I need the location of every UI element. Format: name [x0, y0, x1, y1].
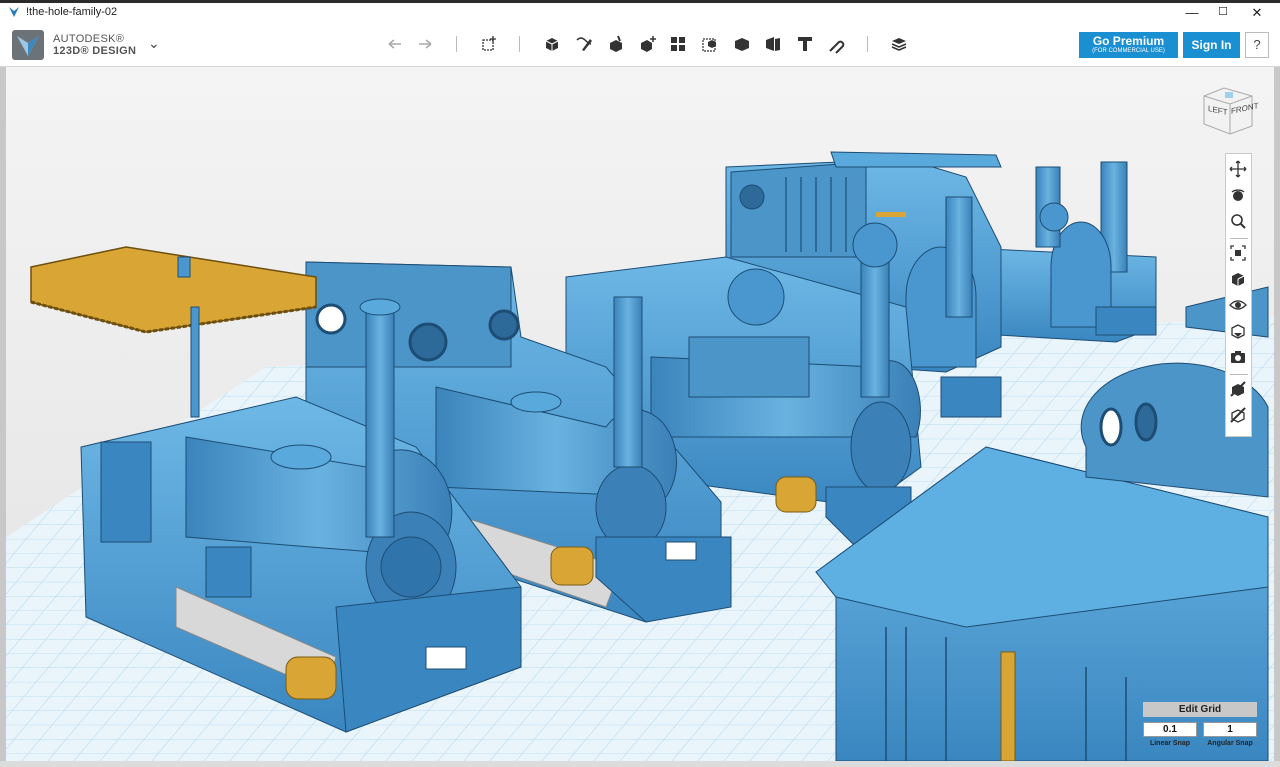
3d-viewport[interactable]: 300: [6, 67, 1274, 761]
pan-icon: [1229, 160, 1247, 178]
minimize-button[interactable]: —: [1175, 3, 1209, 22]
materials-outline-icon: [1231, 324, 1245, 339]
navbar-separator: [1230, 238, 1248, 239]
sign-in-button[interactable]: Sign In: [1183, 32, 1240, 58]
pattern-icon: [671, 37, 685, 51]
primitives-button[interactable]: [540, 32, 564, 56]
snap-toggle-button[interactable]: [1229, 406, 1249, 426]
snap-toggle-icon: [1230, 407, 1246, 423]
view-button[interactable]: [1229, 270, 1249, 290]
brand-company: AUTODESK®: [53, 33, 125, 45]
go-premium-sublabel: (FOR COMMERCIAL USE): [1092, 48, 1165, 54]
text-icon: [798, 37, 812, 51]
edit-grid-button[interactable]: Edit Grid: [1143, 702, 1257, 717]
pan-button[interactable]: [1229, 160, 1249, 180]
toolbar-separator: [456, 36, 457, 52]
construct-button[interactable]: [604, 32, 628, 56]
sketch-icon: [576, 37, 592, 51]
app-icon: [9, 7, 19, 17]
undo-icon: [388, 39, 401, 49]
modify-icon: [641, 36, 656, 52]
toolbar-separator: [519, 36, 520, 52]
material-button[interactable]: [887, 32, 911, 56]
material-icon: [891, 38, 907, 51]
fit-button[interactable]: [1229, 244, 1249, 264]
chevron-down-icon[interactable]: ⌄: [148, 35, 160, 52]
hide-icon: [1230, 381, 1246, 397]
bottom-edge: [0, 761, 1280, 767]
group-icon: [702, 38, 716, 52]
zoom-icon: [1231, 214, 1246, 229]
view-icon: [1232, 273, 1245, 286]
maximize-button[interactable]: ☐: [1206, 3, 1240, 22]
angular-snap-input[interactable]: 1: [1203, 722, 1257, 737]
text-button[interactable]: [793, 32, 817, 56]
go-premium-label: Go Premium: [1092, 34, 1165, 48]
undo-button[interactable]: [383, 32, 407, 56]
transform-icon: [482, 36, 496, 51]
snap-button[interactable]: [825, 32, 849, 56]
main-toolbar: AUTODESK® 123D® DESIGN ⌄ Go Premium (FOR…: [0, 22, 1280, 67]
visibility-button[interactable]: [1229, 296, 1249, 316]
measure-icon: [766, 37, 780, 51]
measure-button[interactable]: [761, 32, 785, 56]
combine-button[interactable]: [730, 32, 754, 56]
app-logo-icon[interactable]: [12, 30, 44, 60]
construct-icon: [610, 35, 622, 52]
linear-snap-label: Linear Snap: [1149, 740, 1191, 747]
fit-icon: [1230, 245, 1246, 261]
edit-grid-panel: Edit Grid 0.1 1 Linear Snap Angular Snap: [1143, 702, 1257, 752]
redo-icon: [419, 39, 432, 49]
orbit-icon: [1231, 189, 1245, 201]
modify-button[interactable]: [636, 32, 660, 56]
pattern-button[interactable]: [666, 32, 690, 56]
navbar-separator: [1230, 374, 1248, 375]
screenshot-icon: [1231, 351, 1245, 363]
help-button[interactable]: ?: [1245, 32, 1269, 58]
navigation-bar: [1225, 153, 1252, 437]
linear-snap-input[interactable]: 0.1: [1143, 722, 1197, 737]
sketch-button[interactable]: [572, 32, 596, 56]
toolbar-separator: [867, 36, 868, 52]
visibility-icon: [1229, 300, 1247, 310]
close-button[interactable]: ✕: [1240, 3, 1274, 22]
angular-snap-label: Angular Snap: [1207, 740, 1253, 747]
scene-render: [6, 151, 1274, 761]
zoom-button[interactable]: [1229, 212, 1249, 232]
window-titlebar: !the-hole-family-02 — ☐ ✕: [0, 0, 1280, 22]
transform-button[interactable]: [477, 32, 501, 56]
window-title: !the-hole-family-02: [26, 6, 118, 18]
materials-outline-button[interactable]: [1229, 322, 1249, 342]
combine-icon: [735, 38, 749, 51]
primitives-icon: [545, 38, 559, 51]
snap-icon: [829, 40, 845, 54]
screenshot-button[interactable]: [1229, 348, 1249, 368]
viewport-right-edge: [1274, 67, 1280, 761]
hide-button[interactable]: [1229, 380, 1249, 400]
orbit-button[interactable]: [1229, 186, 1249, 206]
redo-button[interactable]: [413, 32, 437, 56]
brand-product: 123D® DESIGN: [53, 45, 137, 57]
group-button[interactable]: [698, 32, 722, 56]
viewcube[interactable]: LEFT FRONT: [1200, 84, 1259, 136]
go-premium-button[interactable]: Go Premium (FOR COMMERCIAL USE): [1079, 32, 1178, 58]
